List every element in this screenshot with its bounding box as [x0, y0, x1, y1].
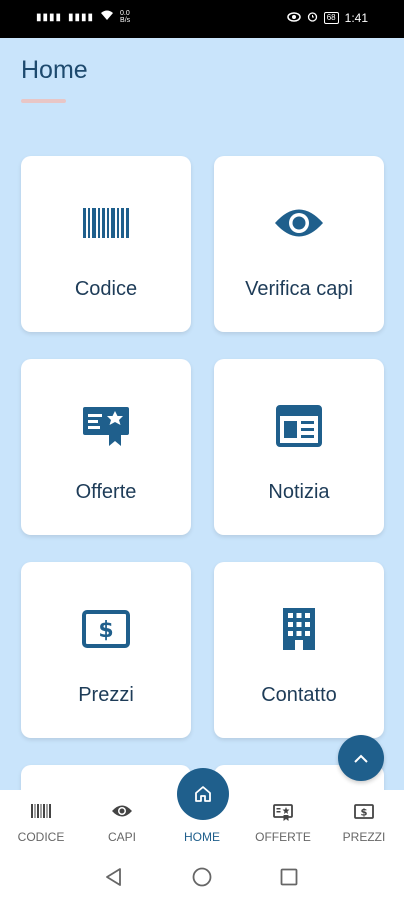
- signal-icon-2: ▮▮▮▮: [68, 11, 95, 23]
- recents-button[interactable]: [280, 868, 298, 891]
- nav-label: PREZZI: [342, 830, 386, 844]
- nav-item-prezzi[interactable]: $ PREZZI: [329, 790, 399, 853]
- alarm-icon: [307, 11, 318, 25]
- scroll-top-button[interactable]: [338, 735, 384, 781]
- chevron-up-icon: [354, 754, 368, 763]
- home-system-button[interactable]: [192, 867, 212, 892]
- battery-icon: 68: [323, 12, 339, 24]
- app-content: Home Codice Verifica capi Offerte Notizi…: [0, 38, 404, 790]
- svg-text:$: $: [98, 618, 113, 643]
- card-notizia[interactable]: Notizia: [214, 359, 384, 535]
- eye-status-icon: [286, 11, 301, 25]
- card-label: Notizia: [268, 481, 330, 503]
- card-offerte[interactable]: Offerte: [21, 359, 191, 535]
- clock-time: 1:41: [344, 11, 368, 25]
- nav-item-codice[interactable]: CODICE: [6, 790, 76, 853]
- card-label: Verifica capi: [245, 278, 353, 300]
- home-icon: [195, 786, 211, 802]
- barcode-icon: [6, 804, 76, 818]
- svg-text:$: $: [361, 808, 368, 819]
- back-triangle-icon: [106, 868, 121, 886]
- money-bill-icon: $: [81, 607, 131, 651]
- card-label: Codice: [74, 278, 138, 300]
- nav-label: CODICE: [17, 830, 65, 844]
- system-navigation-bar: [0, 853, 404, 900]
- square-icon: [280, 868, 298, 886]
- signal-icon: ▮▮▮▮: [36, 11, 63, 23]
- status-bar: ▮▮▮▮ ▮▮▮▮ 0.0 B/s 68 1:41: [0, 0, 404, 38]
- card-label: Contatto: [261, 684, 337, 706]
- card-codice[interactable]: Codice: [21, 156, 191, 332]
- card-contatto[interactable]: Contatto: [214, 562, 384, 738]
- nav-item-capi[interactable]: CAPI: [87, 790, 157, 853]
- status-right: 68 1:41: [286, 11, 368, 25]
- nav-label: CAPI: [107, 830, 136, 844]
- certificate-icon: [81, 404, 131, 448]
- nav-item-offerte[interactable]: OFFERTE: [248, 790, 318, 853]
- eye-icon: [274, 201, 324, 245]
- nav-label: HOME: [184, 830, 220, 844]
- back-button[interactable]: [104, 867, 122, 892]
- circle-icon: [192, 867, 212, 887]
- newspaper-icon: [274, 404, 324, 448]
- card-label: Prezzi: [78, 684, 134, 706]
- home-button[interactable]: [177, 768, 229, 820]
- nav-label: OFFERTE: [255, 830, 311, 844]
- network-speed: 0.0 B/s: [120, 10, 131, 24]
- card-label: Offerte: [75, 481, 137, 503]
- barcode-icon: [81, 201, 131, 245]
- status-left: ▮▮▮▮ ▮▮▮▮ 0.0 B/s: [36, 10, 130, 24]
- page-title: Home: [21, 56, 88, 84]
- card-partial[interactable]: [21, 765, 191, 790]
- title-underline: [21, 99, 66, 103]
- eye-icon: [87, 804, 157, 818]
- money-bill-icon: $: [329, 804, 399, 819]
- wifi-icon: [100, 10, 114, 24]
- card-prezzi[interactable]: $ Prezzi: [21, 562, 191, 738]
- card-verifica-capi[interactable]: Verifica capi: [214, 156, 384, 332]
- certificate-icon: [248, 804, 318, 822]
- building-icon: [274, 607, 324, 651]
